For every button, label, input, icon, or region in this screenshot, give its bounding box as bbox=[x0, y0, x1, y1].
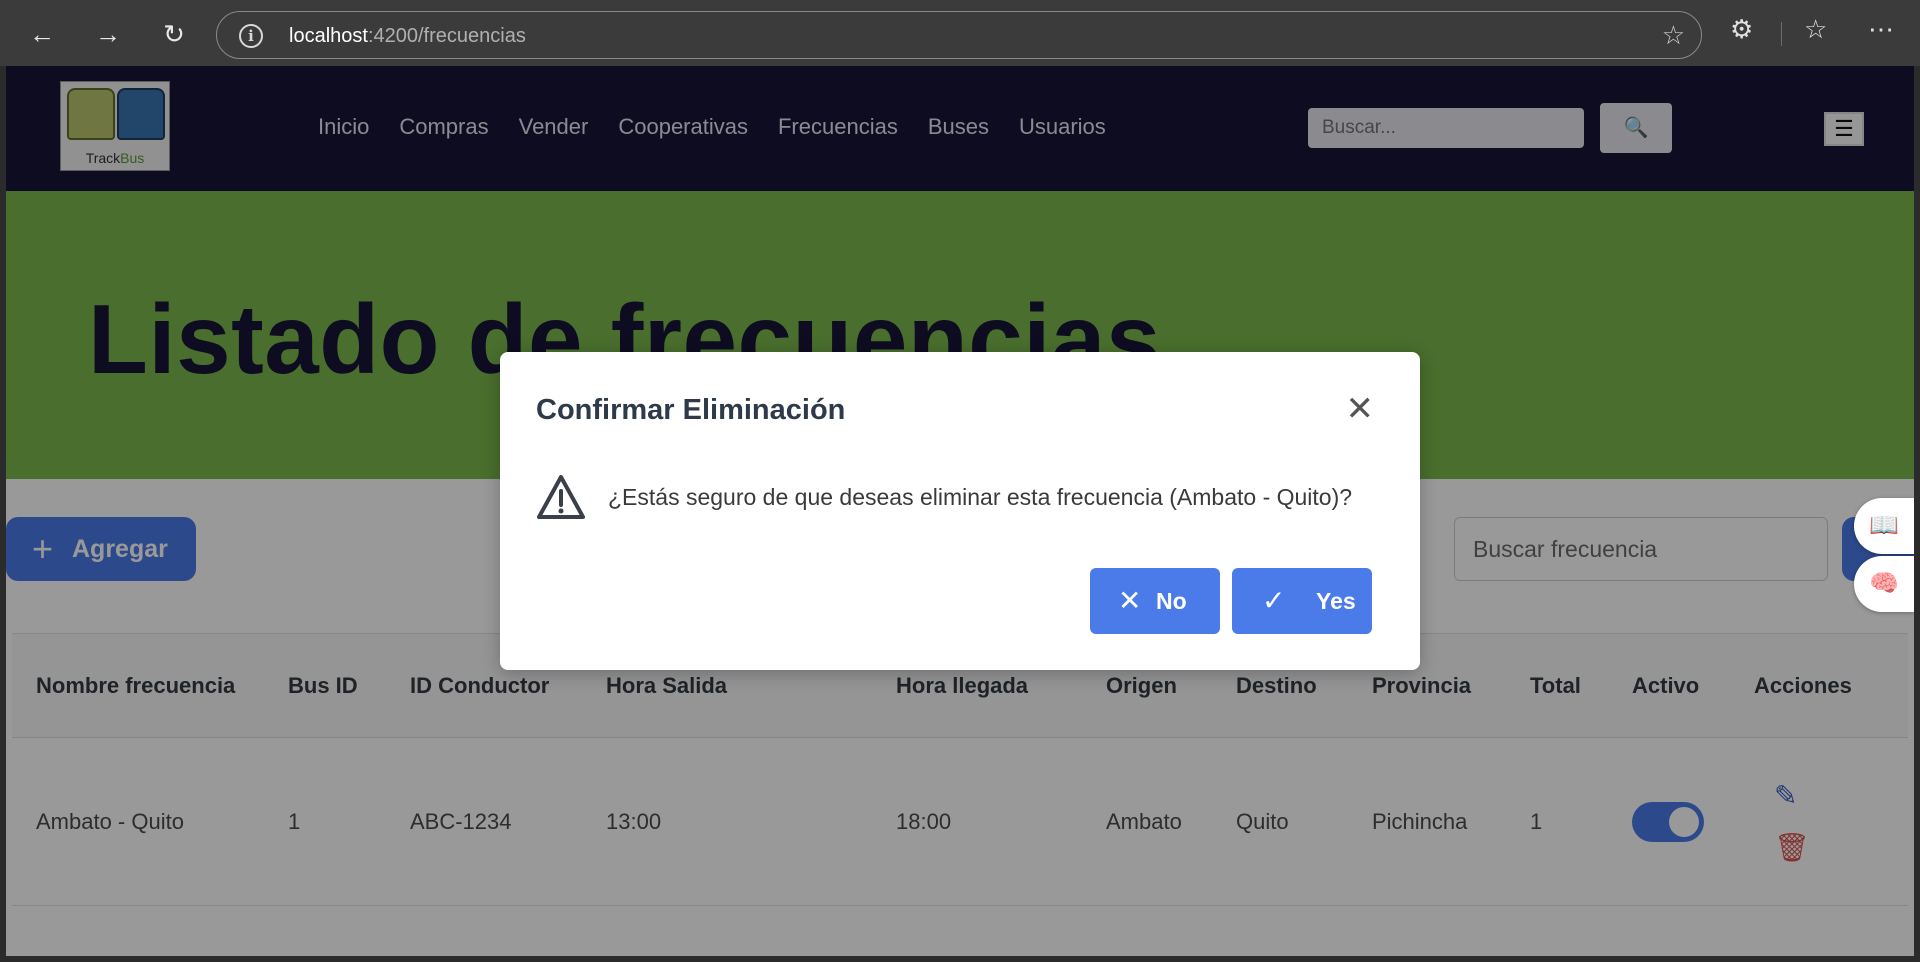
favorites-icon[interactable]: ☆ bbox=[1804, 14, 1827, 45]
yes-button[interactable]: ✓ Yes bbox=[1232, 568, 1372, 634]
page-viewport: TrackBus Inicio Compras Vender Cooperati… bbox=[6, 66, 1914, 956]
close-icon[interactable]: ✕ bbox=[1346, 392, 1375, 426]
dialog-message: ¿Estás seguro de que deseas eliminar est… bbox=[608, 484, 1353, 510]
site-info-icon[interactable]: i bbox=[239, 24, 263, 48]
favorite-star-icon[interactable]: ☆ bbox=[1662, 20, 1685, 51]
back-icon[interactable]: ← bbox=[24, 16, 60, 52]
confirm-delete-dialog: Confirmar Eliminación ✕ ¿Estás seguro de… bbox=[500, 352, 1420, 670]
address-url[interactable]: localhost:4200/frecuencias bbox=[289, 25, 526, 48]
reader-book-icon[interactable]: 📖 bbox=[1854, 498, 1914, 554]
check-icon: ✓ bbox=[1262, 585, 1286, 616]
address-bar[interactable]: i localhost:4200/frecuencias ☆ bbox=[216, 11, 1702, 59]
warning-triangle-icon bbox=[537, 475, 585, 519]
forward-icon[interactable]: → bbox=[90, 16, 126, 52]
ai-brain-icon[interactable]: 🧠 bbox=[1854, 556, 1914, 612]
extensions-icon[interactable]: ⚙ bbox=[1730, 14, 1753, 45]
dialog-title: Confirmar Eliminación bbox=[536, 394, 846, 426]
toolbar-divider bbox=[1781, 22, 1782, 46]
no-button[interactable]: ✕ No bbox=[1090, 568, 1220, 634]
yes-button-label: Yes bbox=[1316, 588, 1356, 614]
browser-toolbar: ← → ↻ i localhost:4200/frecuencias ☆ ⚙ ☆… bbox=[0, 0, 1920, 66]
close-icon: ✕ bbox=[1118, 585, 1142, 616]
more-options-icon[interactable]: ⋯ bbox=[1868, 14, 1894, 45]
reload-icon[interactable]: ↻ bbox=[156, 16, 192, 52]
no-button-label: No bbox=[1156, 588, 1187, 614]
